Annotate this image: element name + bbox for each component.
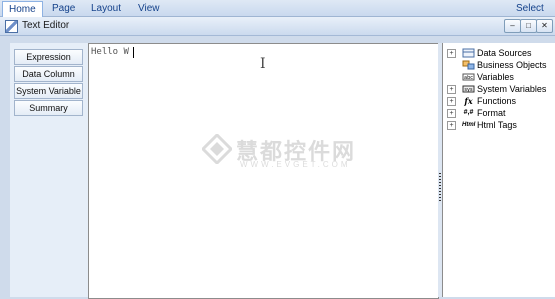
- expression-button[interactable]: Expression: [14, 49, 83, 65]
- tree-item-label: Html Tags: [477, 120, 517, 130]
- expand-icon[interactable]: +: [447, 85, 456, 94]
- ribbon-bar: Home Page Layout View Select UI: [0, 0, 555, 29]
- tree-item-label: Business Objects: [477, 60, 547, 70]
- function-icon: fx: [464, 96, 473, 106]
- database-icon: [462, 48, 475, 58]
- tab-layout[interactable]: Layout: [91, 1, 121, 16]
- text-editor-area[interactable]: Hello W I 慧都控件网 WWW.EVGET.COM: [88, 43, 439, 299]
- text-editor-icon: [5, 20, 18, 33]
- window-title: Text Editor: [22, 20, 70, 31]
- variables-icon: abc: [462, 72, 475, 82]
- watermark-subtitle: WWW.EVGET.COM: [240, 160, 351, 169]
- expand-icon[interactable]: +: [447, 97, 456, 106]
- tab-page[interactable]: Page: [52, 1, 75, 16]
- html-icon: Html: [462, 122, 476, 128]
- splitter-grip-icon[interactable]: [439, 173, 441, 203]
- editor-content[interactable]: Hello W: [91, 47, 129, 57]
- tab-home[interactable]: Home: [2, 1, 43, 17]
- watermark: 慧都控件网 WWW.EVGET.COM: [200, 132, 354, 169]
- text-caret: [133, 47, 134, 58]
- svg-text:sys: sys: [464, 87, 473, 93]
- system-variables-icon: sys: [462, 84, 475, 94]
- svg-text:abc: abc: [464, 75, 473, 81]
- window-titlebar: Text Editor – □ ✕: [0, 17, 555, 36]
- tree-item-label: Data Sources: [477, 48, 532, 58]
- business-objects-icon: [462, 60, 475, 70]
- close-button[interactable]: ✕: [536, 19, 553, 33]
- tab-view[interactable]: View: [138, 1, 160, 16]
- minimize-button[interactable]: –: [504, 19, 521, 33]
- tree-item-label: Variables: [477, 72, 514, 82]
- tree-item-label: System Variables: [477, 84, 547, 94]
- tree-item-label: Functions: [477, 96, 517, 106]
- maximize-button[interactable]: □: [520, 19, 537, 33]
- expand-icon[interactable]: +: [447, 109, 456, 118]
- format-icon: #,#: [463, 109, 474, 116]
- watermark-logo-icon: [200, 132, 234, 166]
- summary-button[interactable]: Summary: [14, 100, 83, 116]
- expand-icon[interactable]: +: [447, 49, 456, 58]
- expand-icon[interactable]: +: [447, 121, 456, 130]
- insert-panel: Expression Data Column System Variable S…: [10, 43, 88, 297]
- ibeam-cursor-icon: I: [260, 56, 266, 72]
- tree-item-label: Format: [477, 108, 506, 118]
- dictionary-tree: + Data Sources Business Objects abc Vari…: [442, 43, 555, 297]
- data-column-button[interactable]: Data Column: [14, 66, 83, 82]
- select-ui-label[interactable]: Select UI: [516, 1, 555, 29]
- system-variable-button[interactable]: System Variable: [14, 83, 83, 99]
